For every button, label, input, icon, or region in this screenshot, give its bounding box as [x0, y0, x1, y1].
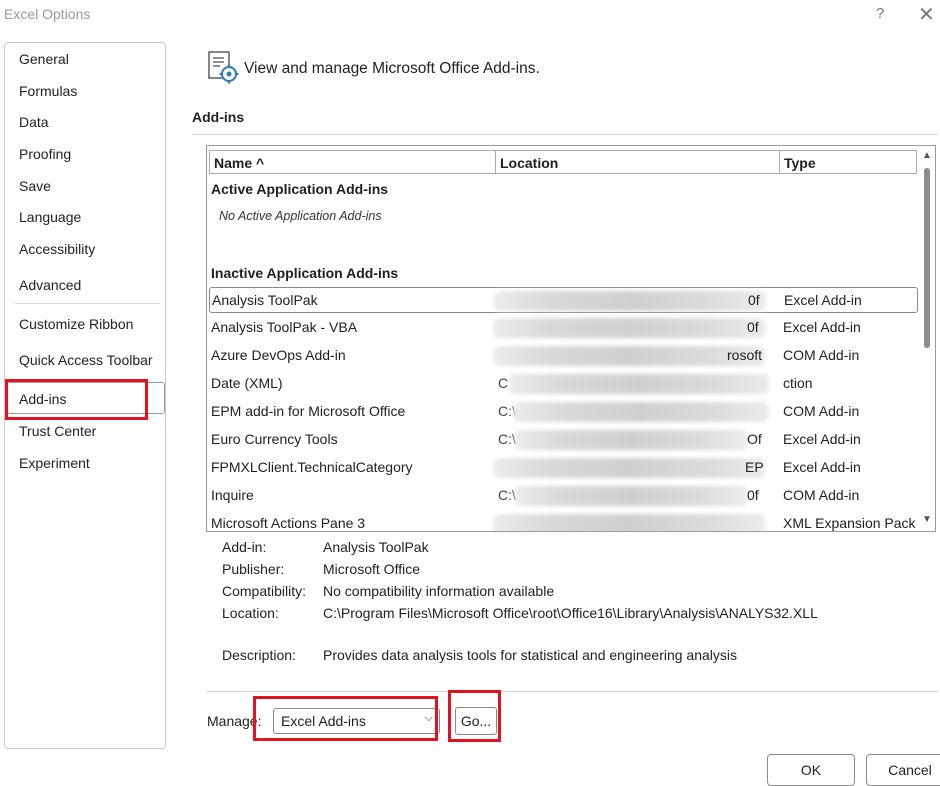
row-name: Microsoft Actions Pane 3 — [211, 515, 366, 531]
highlight-box-go — [448, 690, 501, 742]
sidebar-item-quick-access-toolbar[interactable]: Quick Access Toolbar — [19, 352, 153, 368]
row-type: Excel Add-in — [783, 431, 861, 447]
row-location-tail: rosoft — [727, 347, 763, 363]
window-title: Excel Options — [4, 6, 91, 22]
row-type: COM Add-in — [783, 347, 860, 363]
redacted-location — [515, 486, 747, 506]
addins-table[interactable]: Name ^ Location Type Active Application … — [206, 145, 936, 532]
detail-label-location: Location: — [222, 605, 279, 621]
table-row[interactable]: Euro Currency Tools C:\ Of Excel Add-in — [209, 427, 918, 453]
column-header-type[interactable]: Type — [779, 150, 917, 174]
close-icon[interactable]: ✕ — [918, 2, 935, 27]
detail-label-description: Description: — [222, 647, 296, 663]
row-type: Excel Add-in — [783, 459, 861, 475]
row-name: Euro Currency Tools — [211, 431, 338, 447]
group-header-active: Active Application Add-ins — [211, 181, 389, 197]
addins-gear-icon — [208, 51, 239, 84]
table-row[interactable]: EPM add-in for Microsoft Office C:\ COM … — [209, 399, 918, 425]
table-row[interactable]: Analysis ToolPak 0f Excel Add-in — [209, 287, 918, 313]
redacted-location — [513, 402, 769, 422]
table-row[interactable]: Inquire C:\ 0f COM Add-in — [209, 483, 918, 509]
row-type: Excel Add-in — [784, 292, 862, 308]
row-location-tail: EP — [745, 459, 764, 475]
empty-message: No Active Application Add-ins — [219, 209, 382, 223]
column-header-location[interactable]: Location — [495, 150, 781, 174]
detail-value-location: C:\Program Files\Microsoft Office\root\O… — [323, 605, 818, 621]
row-type: Excel Add-in — [783, 319, 861, 335]
row-name: Azure DevOps Add-in — [211, 347, 346, 363]
section-divider — [192, 134, 938, 135]
cancel-button[interactable]: Cancel — [866, 754, 940, 786]
row-type: ction — [783, 375, 813, 391]
redacted-location — [494, 291, 766, 311]
redacted-location — [493, 346, 765, 366]
row-location-head: C — [498, 375, 509, 391]
detail-value-publisher: Microsoft Office — [323, 561, 420, 577]
row-type: COM Add-in — [783, 403, 860, 419]
scroll-down-arrow-icon[interactable]: ▼ — [922, 514, 932, 525]
sidebar-item-experiment[interactable]: Experiment — [19, 455, 90, 471]
redacted-location — [493, 318, 765, 338]
row-name: Date (XML) — [211, 375, 283, 391]
redacted-location — [493, 458, 765, 478]
header-text: View and manage Microsoft Office Add-ins… — [244, 60, 540, 77]
scroll-up-arrow-icon[interactable]: ▲ — [922, 150, 932, 161]
row-location-head: C:\ — [498, 487, 516, 503]
highlight-box-manage — [253, 696, 438, 741]
sidebar-item-accessibility[interactable]: Accessibility — [19, 241, 95, 257]
manage-divider — [206, 691, 938, 692]
row-name: Inquire — [211, 487, 254, 503]
row-type: COM Add-in — [783, 487, 860, 503]
row-name: FPMXLClient.TechnicalCategory — [211, 459, 413, 475]
redacted-location — [515, 430, 747, 450]
detail-value-compatibility: No compatibility information available — [323, 583, 555, 599]
sidebar-item-formulas[interactable]: Formulas — [19, 83, 77, 99]
redacted-location — [493, 514, 765, 531]
row-name: EPM add-in for Microsoft Office — [211, 403, 406, 419]
table-row[interactable]: Azure DevOps Add-in rosoft COM Add-in — [209, 343, 918, 369]
row-name: Analysis ToolPak — [212, 292, 318, 308]
table-row[interactable]: Date (XML) C ction — [209, 371, 918, 397]
sidebar-item-proofing[interactable]: Proofing — [19, 146, 71, 162]
sidebar-item-customize-ribbon[interactable]: Customize Ribbon — [19, 316, 133, 332]
table-row[interactable]: Analysis ToolPak - VBA 0f Excel Add-in — [209, 315, 918, 341]
detail-label-addin: Add-in: — [222, 539, 267, 555]
row-location-tail: 0f — [747, 487, 759, 503]
detail-label-publisher: Publisher: — [222, 561, 285, 577]
row-location-tail: 0f — [747, 319, 759, 335]
highlight-box-add-ins — [5, 379, 148, 420]
detail-label-compatibility: Compatibility: — [222, 583, 307, 599]
sidebar-item-data[interactable]: Data — [19, 114, 49, 130]
row-name: Analysis ToolPak - VBA — [211, 319, 358, 335]
sidebar-item-save[interactable]: Save — [19, 178, 51, 194]
row-location-tail: Of — [747, 431, 762, 447]
sidebar-item-advanced[interactable]: Advanced — [19, 277, 81, 293]
group-header-inactive: Inactive Application Add-ins — [211, 265, 399, 281]
row-location-head: C:\ — [498, 431, 516, 447]
help-icon[interactable]: ? — [876, 5, 884, 22]
table-row[interactable]: FPMXLClient.TechnicalCategory EP Excel A… — [209, 455, 918, 481]
table-row[interactable]: Microsoft Actions Pane 3 XML Expansion P… — [209, 511, 918, 531]
row-type: XML Expansion Pack — [783, 515, 916, 531]
sidebar-item-language[interactable]: Language — [19, 209, 81, 225]
redacted-location — [509, 374, 769, 394]
section-title: Add-ins — [192, 109, 245, 125]
sidebar-divider — [15, 303, 160, 304]
row-location-tail: 0f — [748, 292, 760, 308]
detail-value-addin: Analysis ToolPak — [323, 539, 429, 555]
vertical-scrollbar[interactable]: ▲ ▼ — [919, 148, 935, 529]
sidebar-item-general[interactable]: General — [19, 51, 69, 67]
column-header-name[interactable]: Name ^ — [209, 150, 497, 174]
detail-value-description: Provides data analysis tools for statist… — [323, 647, 738, 663]
ok-button[interactable]: OK — [767, 754, 855, 786]
scrollbar-thumb[interactable] — [924, 168, 930, 348]
sidebar-item-trust-center[interactable]: Trust Center — [19, 423, 96, 439]
